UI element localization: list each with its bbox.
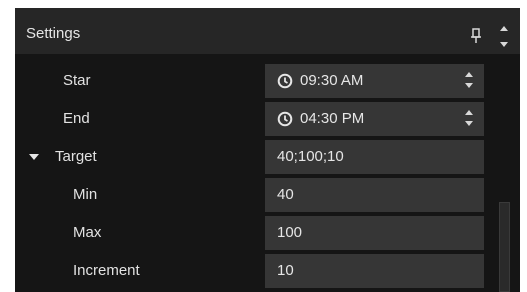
end-time-value: 04:30 PM <box>300 110 365 127</box>
start-time-field[interactable]: 09:30 AM <box>265 64 484 98</box>
property-label: Min <box>73 186 98 203</box>
expand-caret-icon[interactable] <box>29 154 39 160</box>
property-label: End <box>63 110 90 127</box>
clock-icon <box>277 111 293 127</box>
property-grid: Star 09:30 AM End 04:30 PM Target 40;100… <box>15 64 520 292</box>
property-row-min: Min 40 <box>15 178 495 212</box>
property-label: Star <box>63 72 91 89</box>
property-row-increment: Increment 10 <box>15 254 495 288</box>
property-label: Increment <box>73 262 140 279</box>
min-value: 40 <box>277 186 294 203</box>
chevron-down-icon[interactable] <box>500 42 508 47</box>
spin-up-icon[interactable] <box>465 110 473 115</box>
target-field[interactable]: 40;100;10 <box>265 140 484 174</box>
increment-value: 10 <box>277 262 294 279</box>
start-time-value: 09:30 AM <box>300 72 364 89</box>
max-field[interactable]: 100 <box>265 216 484 250</box>
spin-down-icon[interactable] <box>465 83 473 88</box>
settings-panel: Settings Star 09:30 AM End 04:30 PM Targ… <box>15 8 520 292</box>
pin-icon[interactable] <box>470 28 482 44</box>
clock-icon <box>277 73 293 89</box>
end-time-field[interactable]: 04:30 PM <box>265 102 484 136</box>
panel-scroll-buttons[interactable] <box>496 22 512 52</box>
panel-title: Settings <box>26 25 81 42</box>
property-row-start: Star 09:30 AM <box>15 64 495 98</box>
target-value: 40;100;10 <box>277 148 344 165</box>
increment-field[interactable]: 10 <box>265 254 484 288</box>
spin-up-icon[interactable] <box>465 72 473 77</box>
property-label: Max <box>73 224 102 241</box>
start-time-spinner[interactable] <box>463 70 475 92</box>
property-row-end: End 04:30 PM <box>15 102 495 136</box>
panel-titlebar: Settings <box>15 8 520 54</box>
property-row-target: Target 40;100;10 <box>15 140 495 174</box>
spin-down-icon[interactable] <box>465 121 473 126</box>
property-label: Target <box>55 148 97 165</box>
end-time-spinner[interactable] <box>463 108 475 130</box>
chevron-up-icon[interactable] <box>500 26 508 31</box>
max-value: 100 <box>277 224 303 241</box>
scrollbar-thumb[interactable] <box>499 202 510 292</box>
min-field[interactable]: 40 <box>265 178 484 212</box>
property-row-max: Max 100 <box>15 216 495 250</box>
